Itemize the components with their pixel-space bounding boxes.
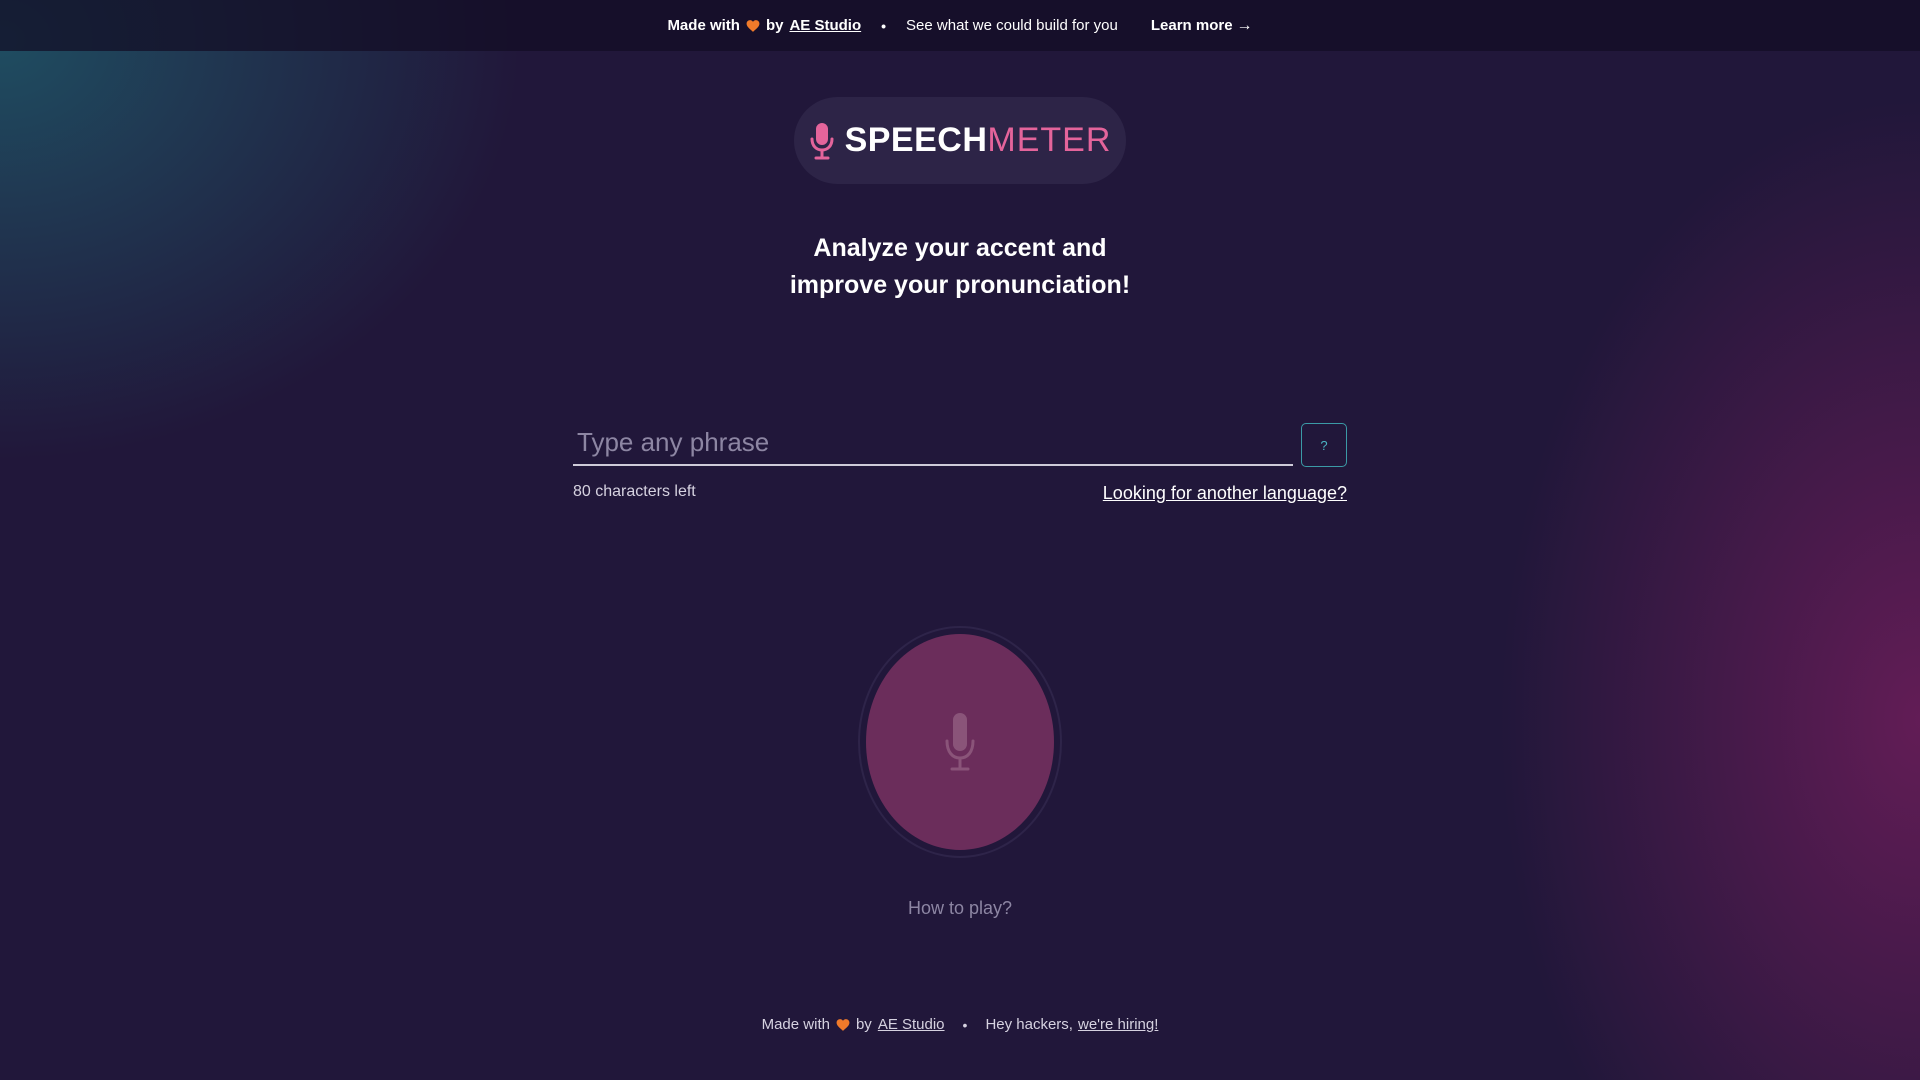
banner-made-with: Made with by AE Studio xyxy=(667,17,861,34)
microphone-icon xyxy=(945,713,975,771)
logo-word-speech: SPEECH xyxy=(844,121,988,159)
banner-made-with-text: Made with xyxy=(667,17,740,34)
phrase-input[interactable] xyxy=(573,420,1293,466)
record-button[interactable] xyxy=(866,634,1054,850)
page-headline: Analyze your accent and improve your pro… xyxy=(660,230,1260,304)
characters-left-counter: 80 characters left xyxy=(573,483,696,500)
footer-made-with-text: Made with xyxy=(761,1016,830,1033)
microphone-icon xyxy=(810,122,834,159)
speechmeter-logo: SPEECH METER xyxy=(794,97,1126,184)
footer-ae-studio-link[interactable]: AE Studio xyxy=(878,1016,945,1033)
footer-hiring-link[interactable]: we're hiring! xyxy=(1078,1016,1158,1033)
logo-word-meter: METER xyxy=(987,121,1112,159)
another-language-link[interactable]: Looking for another language? xyxy=(1103,483,1347,504)
footer-by-text: by xyxy=(855,1016,872,1033)
learn-more-link[interactable]: Learn more → xyxy=(1151,17,1253,35)
heart-icon xyxy=(746,19,760,32)
phrase-help-button[interactable]: ? xyxy=(1301,423,1347,467)
banner-by-text: by xyxy=(765,17,784,34)
banner-separator: • xyxy=(881,17,887,34)
top-banner: Made with by AE Studio • See what we cou… xyxy=(0,0,1920,51)
heart-icon xyxy=(836,1018,850,1031)
arrow-right-icon: → xyxy=(1236,16,1253,34)
footer-separator: • xyxy=(962,1016,968,1033)
headline-line-1: Analyze your accent and xyxy=(813,234,1107,262)
banner-tagline: See what we could build for you xyxy=(906,17,1118,34)
banner-ae-studio-link[interactable]: AE Studio xyxy=(789,17,861,34)
how-to-play-link[interactable]: How to play? xyxy=(860,898,1060,919)
footer-hey-hackers-text: Hey hackers, xyxy=(985,1016,1073,1033)
learn-more-text: Learn more xyxy=(1150,17,1233,34)
footer: Made with by AE Studio • Hey hackers, we… xyxy=(0,1016,1920,1033)
headline-line-2: improve your pronunciation! xyxy=(789,271,1131,299)
